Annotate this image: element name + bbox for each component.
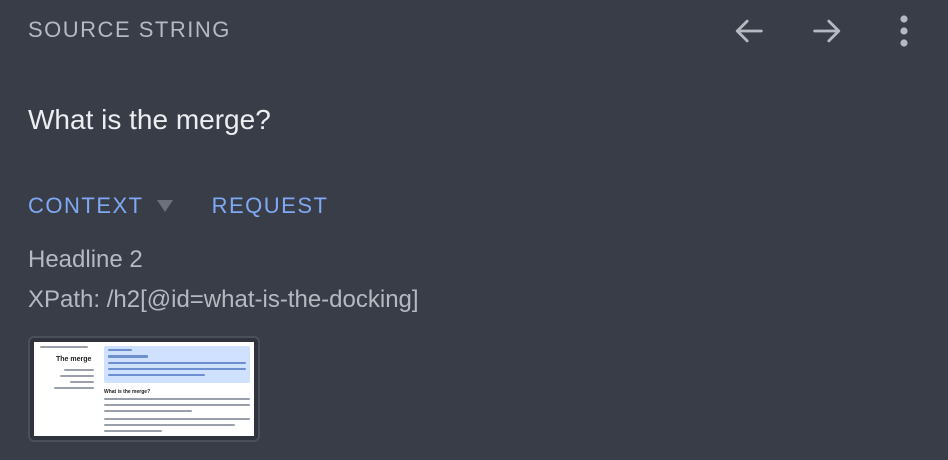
thumbnail-main: What is the merge? [104, 346, 250, 436]
previous-button[interactable] [728, 10, 772, 52]
tab-context-label: CONTEXT [28, 193, 144, 218]
more-vertical-icon [900, 15, 908, 47]
section-title: SOURCE STRING [28, 17, 231, 42]
element-type: Headline 2 [28, 246, 143, 273]
thumbnail-heading: What is the merge? [104, 389, 151, 395]
context-screenshot-thumbnail[interactable]: The merge What is the merge? [28, 336, 260, 442]
arrow-left-icon [735, 19, 763, 43]
tab-context[interactable]: CONTEXT [28, 193, 174, 219]
thumbnail-title: The merge [56, 356, 92, 363]
tab-request[interactable]: REQUEST [212, 193, 329, 219]
more-options-button[interactable] [882, 10, 926, 52]
source-string-text: What is the merge? [28, 104, 271, 135]
thumbnail-preview: The merge What is the merge? [34, 342, 254, 436]
caret-down-icon[interactable] [156, 193, 174, 219]
arrow-right-icon [813, 19, 841, 43]
next-button[interactable] [804, 10, 848, 52]
thumbnail-sidebar: The merge [40, 346, 96, 393]
toolbar [728, 10, 926, 52]
xpath-text: XPath: /h2[@id=what-is-the-docking] [28, 286, 419, 313]
tab-bar: CONTEXT REQUEST [28, 193, 328, 219]
thumbnail-highlight [104, 346, 250, 383]
tab-request-label: REQUEST [211, 193, 329, 218]
